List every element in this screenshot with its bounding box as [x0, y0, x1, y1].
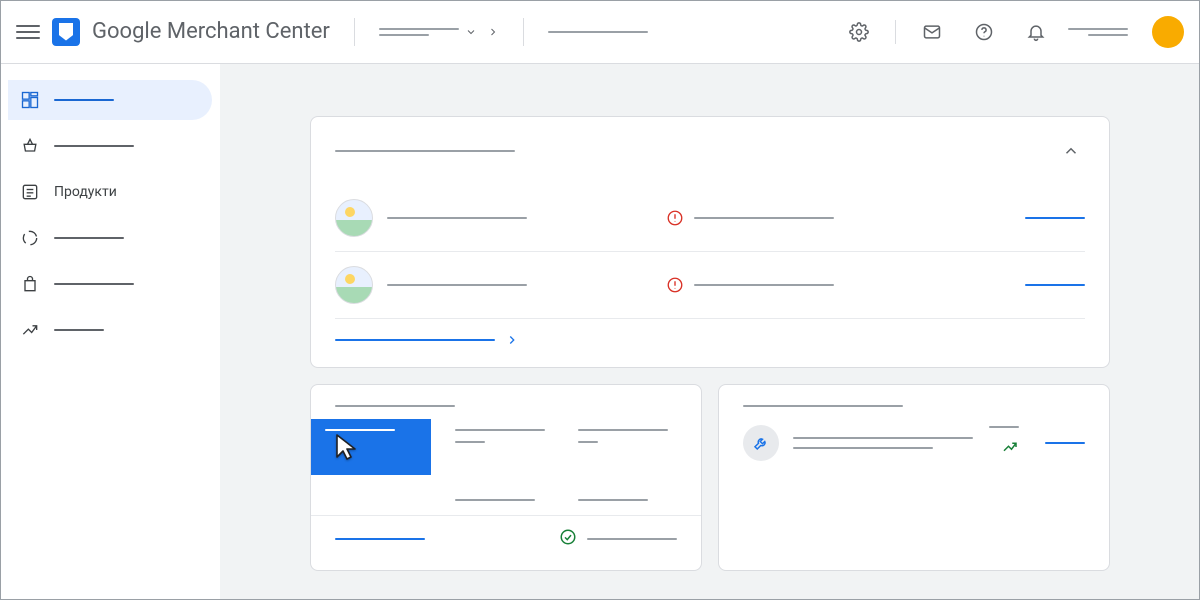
card-title: [743, 405, 903, 407]
sidebar-item-marketing[interactable]: [8, 264, 212, 304]
chevron-down-icon: [465, 26, 477, 38]
view-all-link[interactable]: [335, 333, 1085, 347]
header-search-placeholder[interactable]: [548, 31, 648, 33]
feed-metric-col: [455, 489, 554, 501]
account-name-placeholder[interactable]: [1068, 28, 1128, 36]
menu-button[interactable]: [16, 20, 40, 44]
divider: [895, 20, 896, 44]
program-icon: [335, 266, 373, 304]
program-issue-row: [335, 185, 1085, 252]
feed-selected-tab[interactable]: [311, 419, 431, 475]
tool-action-link[interactable]: [1045, 442, 1085, 444]
app-title: Google Merchant Center: [92, 19, 330, 44]
fix-link[interactable]: [1025, 217, 1085, 219]
issue-text: [694, 284, 834, 286]
feed-metric-col: [578, 419, 677, 443]
main-content: [220, 64, 1200, 600]
program-name: [387, 284, 527, 286]
bell-icon: [1026, 22, 1046, 42]
list-icon: [20, 182, 40, 202]
collapse-button[interactable]: [1057, 137, 1085, 165]
wrench-icon: [743, 425, 779, 461]
program-icon: [335, 199, 373, 237]
pending-tasks-card: [310, 116, 1110, 368]
sidebar-item-label: Продукти: [54, 184, 117, 200]
fix-link[interactable]: [1025, 284, 1085, 286]
error-icon: [666, 209, 684, 227]
tool-desc: [793, 447, 933, 449]
mail-icon: [922, 22, 942, 42]
sidebar-item-shopping[interactable]: [8, 126, 212, 166]
sidebar: Продукти: [0, 64, 220, 600]
error-icon: [666, 276, 684, 294]
sidebar-item-label: [54, 283, 134, 285]
program-issue-row: [335, 252, 1085, 319]
sidebar-item-overview[interactable]: [8, 80, 212, 120]
user-avatar[interactable]: [1152, 16, 1184, 48]
sidebar-item-label: [54, 237, 124, 239]
sidebar-item-products[interactable]: Продукти: [8, 172, 212, 212]
divider: [523, 18, 524, 46]
sidebar-item-label: [54, 329, 104, 331]
sidebar-item-growth[interactable]: [8, 310, 212, 350]
status-text: [587, 538, 677, 540]
sidebar-item-performance[interactable]: [8, 218, 212, 258]
mail-button[interactable]: [912, 12, 952, 52]
tools-card: [718, 384, 1110, 571]
account-switcher[interactable]: [379, 26, 499, 38]
settings-button[interactable]: [839, 12, 879, 52]
feed-metric-col: [455, 419, 554, 443]
notifications-button[interactable]: [1016, 12, 1056, 52]
app-header: Google Merchant Center: [0, 0, 1200, 64]
circle-progress-icon: [20, 228, 40, 248]
help-icon: [974, 22, 994, 42]
feeds-overview-card: [310, 384, 702, 571]
program-name: [387, 217, 527, 219]
manage-feeds-link[interactable]: [335, 538, 425, 540]
trend-up-icon: [1001, 438, 1019, 460]
check-circle-icon: [559, 528, 577, 550]
gear-icon: [849, 22, 869, 42]
card-title: [335, 405, 455, 407]
sidebar-item-label: [54, 99, 114, 101]
feed-metric-col: [578, 489, 677, 501]
cursor-icon: [331, 431, 363, 463]
sidebar-item-label: [54, 145, 134, 147]
issue-text: [694, 217, 834, 219]
tool-name: [793, 437, 973, 439]
basket-icon: [20, 136, 40, 156]
divider: [354, 18, 355, 46]
trend-up-icon: [20, 320, 40, 340]
bag-icon: [20, 274, 40, 294]
chevron-right-icon: [487, 26, 499, 38]
chevron-right-icon: [505, 333, 519, 347]
tool-metric: [989, 426, 1019, 428]
tool-row: [743, 425, 1085, 461]
merchant-center-logo-icon: [52, 18, 80, 46]
card-title: [335, 150, 515, 152]
help-button[interactable]: [964, 12, 1004, 52]
dashboard-icon: [20, 90, 40, 110]
chevron-up-icon: [1062, 142, 1080, 160]
